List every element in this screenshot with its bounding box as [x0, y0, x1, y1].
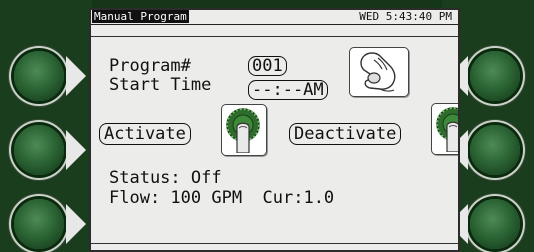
status-line: Status: Off — [109, 168, 222, 188]
start-time-field[interactable]: --:--AM — [248, 80, 328, 100]
program-number-field[interactable]: 001 — [248, 56, 287, 76]
deactivate-button[interactable]: Deactivate — [289, 123, 402, 145]
title-bar: Manual Program WED 5:43:40 PM — [91, 10, 458, 25]
hand-knob-icon — [349, 47, 409, 97]
screen-title: Manual Program — [92, 10, 189, 23]
right-soft-key-3[interactable] — [470, 199, 520, 249]
left-soft-key-3[interactable] — [14, 199, 64, 249]
left-soft-key-2[interactable] — [14, 125, 64, 175]
clock: WED 5:43:40 PM — [359, 10, 452, 23]
start-time-label: Start Time — [109, 75, 212, 95]
activate-button[interactable]: Activate — [99, 123, 191, 145]
left-key-1-pointer — [66, 56, 86, 96]
program-label: Program# — [109, 56, 191, 76]
finger-press-dial-icon — [431, 103, 458, 155]
left-key-3-pointer — [66, 204, 86, 244]
left-key-2-pointer — [66, 130, 86, 170]
footer-divider — [91, 243, 458, 244]
header-divider — [91, 36, 458, 37]
finger-press-dial-icon — [221, 104, 267, 156]
left-soft-key-1[interactable] — [14, 51, 64, 101]
right-soft-key-2[interactable] — [470, 125, 520, 175]
flow-line: Flow: 100 GPM Cur:1.0 — [109, 188, 335, 208]
lcd-screen: Manual Program WED 5:43:40 PM Program# 0… — [89, 8, 460, 252]
right-soft-key-1[interactable] — [470, 51, 520, 101]
